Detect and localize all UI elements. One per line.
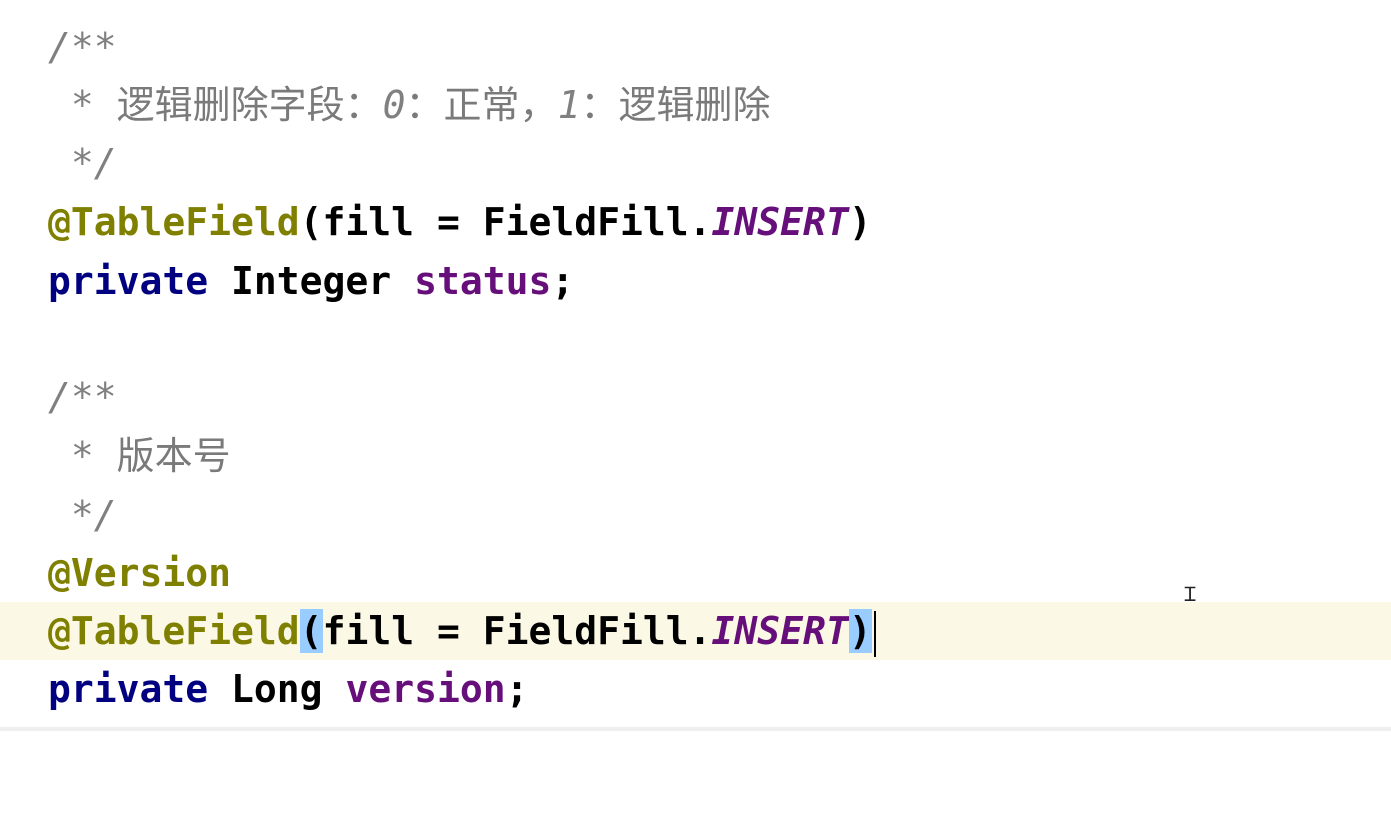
code-line-2[interactable]: * 逻辑删除字段：0：正常，1：逻辑删除 bbox=[0, 76, 1391, 134]
enum-constant: INSERT bbox=[711, 609, 849, 653]
keyword: private bbox=[48, 259, 209, 303]
field-name: status bbox=[414, 259, 552, 303]
comment-text: ：逻辑删除 bbox=[580, 83, 771, 127]
enum-constant: INSERT bbox=[711, 200, 849, 244]
code-line-11-current[interactable]: @TableField(fill = FieldFill.INSERT) bbox=[0, 602, 1391, 660]
comment-open: /** bbox=[48, 375, 117, 419]
annotation-args: fill = FieldFill. bbox=[322, 609, 712, 653]
code-editor[interactable]: /** * 逻辑删除字段：0：正常，1：逻辑删除 */ @TableField(… bbox=[0, 0, 1391, 731]
keyword: private bbox=[48, 667, 209, 711]
annotation-args: (fill = FieldFill. bbox=[299, 200, 712, 244]
text-caret bbox=[873, 610, 876, 657]
comment-value: 0 bbox=[382, 83, 406, 127]
comment-star: * bbox=[48, 434, 117, 478]
comment-open: /** bbox=[48, 25, 117, 69]
comment-value: 1 bbox=[557, 83, 581, 127]
comment-close: */ bbox=[48, 493, 117, 537]
text-ibeam-cursor-icon: Ɪ bbox=[1184, 582, 1196, 606]
comment-text: ：正常， bbox=[405, 83, 558, 127]
semicolon: ; bbox=[551, 259, 575, 303]
code-line-4[interactable]: @TableField(fill = FieldFill.INSERT) bbox=[0, 193, 1391, 251]
comment-text: 版本号 bbox=[116, 434, 231, 478]
type-name: Integer bbox=[208, 259, 415, 303]
type-name: Long bbox=[208, 667, 346, 711]
code-line-7[interactable]: /** bbox=[0, 368, 1391, 426]
comment-close: */ bbox=[48, 141, 117, 185]
code-line-8[interactable]: * 版本号 bbox=[0, 427, 1391, 485]
code-line-6[interactable] bbox=[0, 310, 1391, 368]
comment-star: * bbox=[48, 83, 117, 127]
code-line-9[interactable]: */ bbox=[0, 486, 1391, 544]
code-line-12[interactable]: private Long version; bbox=[0, 660, 1391, 718]
code-line-1[interactable]: /** bbox=[0, 18, 1391, 76]
matched-open-paren: ( bbox=[299, 609, 323, 653]
annotation-name: @TableField bbox=[48, 200, 300, 244]
code-line-10[interactable]: @Version bbox=[0, 544, 1391, 602]
field-name: version bbox=[345, 667, 506, 711]
editor-bottom-edge bbox=[0, 727, 1391, 731]
matched-close-paren: ) bbox=[848, 609, 872, 653]
semicolon: ; bbox=[505, 667, 529, 711]
comment-text: 逻辑删除字段： bbox=[116, 83, 383, 127]
code-line-5[interactable]: private Integer status; bbox=[0, 252, 1391, 310]
closing-paren: ) bbox=[848, 200, 872, 244]
annotation-name: @TableField bbox=[48, 609, 300, 653]
annotation-name: @Version bbox=[48, 551, 232, 595]
code-line-3[interactable]: */ bbox=[0, 134, 1391, 192]
